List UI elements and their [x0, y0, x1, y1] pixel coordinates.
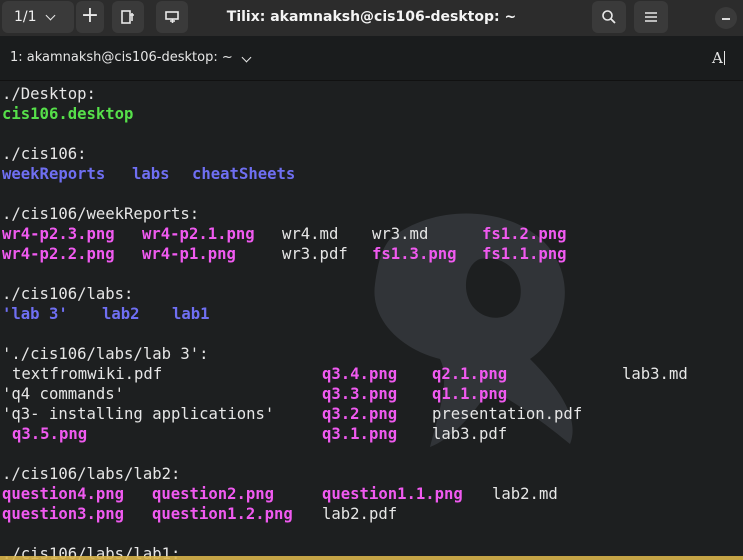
readonly-glyph: A: [712, 49, 723, 67]
file-entry: wr4-p2.2.png: [2, 245, 115, 263]
add-terminal-button[interactable]: +: [76, 1, 104, 33]
session-switcher-button[interactable]: 1/1: [2, 1, 74, 33]
text-entry: presentation.pdf: [432, 405, 583, 423]
session-title-bar: 1: akamnaksh@cis106-desktop: ~: [0, 36, 743, 81]
search-button[interactable]: [592, 1, 626, 33]
text-entry: wr3.pdf: [282, 245, 348, 263]
text-entry: 'q4 commands': [2, 385, 125, 403]
file-entry: fs1.1.png: [482, 245, 567, 263]
text-entry: ./Desktop:: [2, 85, 96, 103]
file-entry: fs1.2.png: [482, 225, 567, 243]
directory-entry: 'lab 3': [2, 305, 68, 323]
text-entry: lab2.md: [492, 485, 558, 503]
file-entry: question3.png: [2, 505, 125, 523]
window-bottom-edge: [0, 556, 743, 560]
text-entry: textfromwiki.pdf: [12, 365, 163, 383]
file-entry: q3.5.png: [12, 425, 88, 443]
file-entry: q3.2.png: [322, 405, 398, 423]
text-entry: './cis106/labs/lab 3':: [2, 345, 209, 363]
file-entry: wr4-p2.1.png: [142, 225, 255, 243]
search-icon: [602, 10, 616, 24]
directory-entry: cheatSheets: [192, 165, 296, 183]
file-entry: question2.png: [152, 485, 275, 503]
split-down-icon: [165, 11, 179, 23]
file-entry: q2.1.png: [432, 365, 508, 383]
text-entry: lab3.md: [622, 365, 688, 383]
menu-button[interactable]: [634, 1, 668, 33]
minimize-button[interactable]: [715, 7, 737, 29]
file-entry: fs1.3.png: [372, 245, 457, 263]
terminal-output[interactable]: ./Desktop: cis106.desktop ./cis106: weekRep…: [0, 81, 743, 560]
file-entry: wr4-p2.3.png: [2, 225, 115, 243]
text-entry: 'q3- installing applications': [2, 405, 275, 423]
split-down-button[interactable]: [156, 1, 188, 33]
session-count: 1/1: [14, 9, 37, 25]
file-entry: wr4-p1.png: [142, 245, 236, 263]
file-entry: question1.1.png: [322, 485, 463, 503]
text-entry: wr4.md: [282, 225, 339, 243]
file-entry: cis106.desktop: [2, 105, 134, 123]
file-entry: q3.1.png: [322, 425, 398, 443]
text-entry: lab3.pdf: [432, 425, 508, 443]
text-entry: ./cis106:: [2, 145, 87, 163]
text-cursor-icon[interactable]: A: [712, 49, 725, 67]
session-title[interactable]: 1: akamnaksh@cis106-desktop: ~: [10, 50, 233, 65]
split-right-button[interactable]: [112, 1, 144, 33]
file-entry: q3.3.png: [322, 385, 398, 403]
text-entry: lab2.pdf: [322, 505, 398, 523]
file-entry: q3.4.png: [322, 365, 398, 383]
text-entry: ./cis106/weekReports:: [2, 205, 200, 223]
minimize-icon: [722, 18, 730, 20]
directory-entry: lab1: [172, 305, 210, 323]
text-entry: ./cis106/labs:: [2, 285, 134, 303]
file-entry: question4.png: [2, 485, 125, 503]
file-entry: q1.1.png: [432, 385, 508, 403]
text-entry: wr3.md: [372, 225, 429, 243]
directory-entry: weekReports: [2, 165, 106, 183]
file-entry: question1.2.png: [152, 505, 293, 523]
split-right-icon: [121, 10, 134, 24]
hamburger-icon: [645, 12, 657, 22]
plus-icon: +: [80, 3, 100, 28]
chevron-down-icon: [45, 10, 55, 20]
text-entry: ./cis106/labs/lab2:: [2, 465, 181, 483]
directory-entry: lab2: [102, 305, 140, 323]
header-bar: 1/1 + Tilix: akamnaksh@cis106-desktop: ~: [0, 0, 743, 36]
directory-entry: labs: [132, 165, 170, 183]
chevron-down-icon[interactable]: [241, 52, 252, 63]
